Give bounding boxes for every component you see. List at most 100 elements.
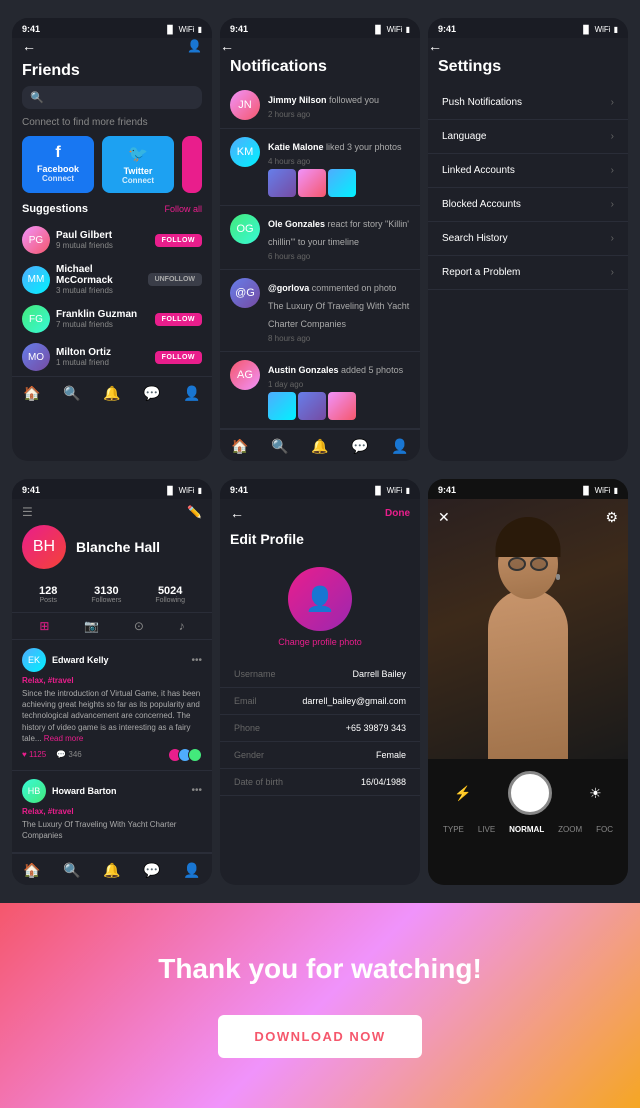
chevron-right-icon: › (611, 97, 614, 108)
download-button[interactable]: DOWNLOAD NOW (218, 1015, 421, 1058)
post-item: HB Howard Barton ••• Relax, #travel The … (12, 771, 212, 853)
notification-text: Katie Malone liked 3 your photos 4 hours… (268, 137, 410, 197)
avatar: KM (230, 137, 260, 167)
profile-tab-icon[interactable]: 👤 (183, 862, 200, 879)
home-tab-icon[interactable]: 🏠 (231, 438, 248, 455)
nav-bar-settings: ← (428, 38, 628, 56)
edit-nav: ← Done (220, 499, 420, 527)
message-tab-icon[interactable]: 💬 (351, 438, 368, 455)
notif-name: Austin Gonzales (268, 365, 341, 375)
done-button[interactable]: Done (385, 508, 410, 519)
twitter-connect-button[interactable]: 🐦 Twitter Connect (102, 136, 174, 193)
field-label: Gender (234, 750, 264, 760)
grid-tab-icon[interactable]: ⊞ (39, 619, 49, 633)
camera-controls: ⚡ ☀ TYPE LIVE NORMAL ZOOM FOC (428, 759, 628, 842)
message-tab-icon[interactable]: 💬 (143, 862, 160, 879)
edit-avatar: 👤 (288, 567, 352, 631)
bell-tab-icon[interactable]: 🔔 (103, 862, 120, 879)
type-mode[interactable]: TYPE (443, 825, 464, 834)
person-silhouette (488, 589, 568, 759)
photo-tab-icon[interactable]: 📷 (84, 619, 99, 633)
live-mode[interactable]: LIVE (478, 825, 495, 834)
profile-tab-icon[interactable]: 👤 (183, 385, 200, 402)
status-bar-friends: 9:41 ▐▌ WiFi ▮ (12, 18, 212, 38)
reaction-avatar (188, 748, 202, 762)
like-button[interactable]: ♥ 1125 (22, 750, 46, 759)
music-tab-icon[interactable]: ♪ (179, 619, 185, 633)
notif-photo (268, 169, 296, 197)
zoom-mode[interactable]: ZOOM (558, 825, 582, 834)
post-tag: Relax, #travel (22, 676, 202, 685)
post-user: EK Edward Kelly (22, 648, 109, 672)
profile-tab-icon[interactable]: 👤 (391, 438, 408, 455)
gear-icon[interactable]: ⚙ (605, 509, 618, 526)
search-bar[interactable]: 🔍 (22, 86, 202, 109)
focus-mode[interactable]: FOC (596, 825, 613, 834)
avatar: AG (230, 360, 260, 390)
search-tab-icon[interactable]: 🔍 (63, 385, 80, 402)
settings-item[interactable]: Push Notifications › (428, 86, 628, 120)
post-item: EK Edward Kelly ••• Relax, #travel Since… (12, 640, 212, 771)
status-time: 9:41 (22, 24, 40, 34)
tag-tab-icon[interactable]: ⊙ (134, 619, 144, 633)
back-arrow-icon[interactable]: ← (220, 38, 234, 54)
facebook-connect-button[interactable]: f Facebook Connect (22, 136, 94, 193)
shutter-button[interactable] (508, 771, 552, 815)
follow-all-button[interactable]: Follow all (164, 204, 202, 214)
list-item: @G @gorlova commented on photo The Luxur… (220, 270, 420, 352)
follow-button[interactable]: FOLLOW (155, 234, 202, 247)
thankyou-title: Thank you for watching! (20, 953, 620, 985)
top-phones-row: 9:41 ▐▌ WiFi ▮ ← 👤 Friends 🔍 Connect to … (0, 0, 640, 479)
back-arrow-icon[interactable]: ← (230, 505, 244, 521)
settings-item[interactable]: Search History › (428, 222, 628, 256)
notif-time: 4 hours ago (268, 157, 410, 166)
notif-time: 6 hours ago (268, 252, 410, 261)
profile-tabs: ⊞ 📷 ⊙ ♪ (12, 613, 212, 640)
field-value: +65 39879 343 (346, 723, 406, 733)
notif-photos (268, 392, 410, 420)
profile-avatar: BH (22, 525, 66, 569)
settings-item[interactable]: Linked Accounts › (428, 154, 628, 188)
edit-field-phone: Phone +65 39879 343 (220, 715, 420, 742)
follow-button[interactable]: FOLLOW (155, 313, 202, 326)
profile-name: Blanche Hall (76, 539, 160, 555)
unfollow-button[interactable]: UNFOLLOW (148, 273, 202, 286)
wifi-icon: WiFi (179, 25, 195, 34)
follow-button[interactable]: FOLLOW (155, 351, 202, 364)
home-tab-icon[interactable]: 🏠 (23, 862, 40, 879)
edit-profile-title: Edit Profile (220, 527, 420, 557)
social-more-button[interactable] (182, 136, 202, 193)
notif-photos (268, 169, 410, 197)
normal-mode[interactable]: NORMAL (509, 825, 544, 834)
close-icon[interactable]: ✕ (438, 509, 450, 526)
comment-button[interactable]: 💬 346 (56, 750, 82, 759)
search-tab-icon[interactable]: 🔍 (271, 438, 288, 455)
flash-icon[interactable]: ⚡ (454, 785, 471, 802)
twitter-label: Twitter (124, 166, 153, 176)
notif-time: 1 day ago (268, 380, 410, 389)
brightness-icon[interactable]: ☀ (589, 785, 602, 802)
settings-item[interactable]: Blocked Accounts › (428, 188, 628, 222)
twitter-icon: 🐦 (128, 144, 148, 164)
search-tab-icon[interactable]: 🔍 (63, 862, 80, 879)
home-tab-icon[interactable]: 🏠 (23, 385, 40, 402)
change-photo-button[interactable]: Change profile photo (278, 637, 362, 647)
more-icon[interactable]: ••• (191, 785, 202, 796)
settings-item[interactable]: Language › (428, 120, 628, 154)
bell-tab-icon[interactable]: 🔔 (311, 438, 328, 455)
message-tab-icon[interactable]: 💬 (143, 385, 160, 402)
list-item: FG Franklin Guzman 7 mutual friends FOLL… (12, 300, 212, 338)
phone-friends: 9:41 ▐▌ WiFi ▮ ← 👤 Friends 🔍 Connect to … (12, 18, 212, 461)
back-arrow-icon[interactable]: ← (428, 38, 442, 54)
menu-icon: ☰ (22, 505, 33, 519)
back-arrow-icon[interactable]: ← (22, 38, 36, 54)
bell-tab-icon[interactable]: 🔔 (103, 385, 120, 402)
edit-icon[interactable]: ✏️ (187, 505, 202, 519)
person-add-icon[interactable]: 👤 (187, 39, 202, 53)
avatar: @G (230, 278, 260, 308)
stat-label: Following (155, 597, 185, 604)
status-icons: ▐▌ WiFi ▮ (372, 25, 410, 34)
camera-modes: TYPE LIVE NORMAL ZOOM FOC (436, 825, 620, 834)
more-icon[interactable]: ••• (191, 655, 202, 666)
settings-item[interactable]: Report a Problem › (428, 256, 628, 290)
